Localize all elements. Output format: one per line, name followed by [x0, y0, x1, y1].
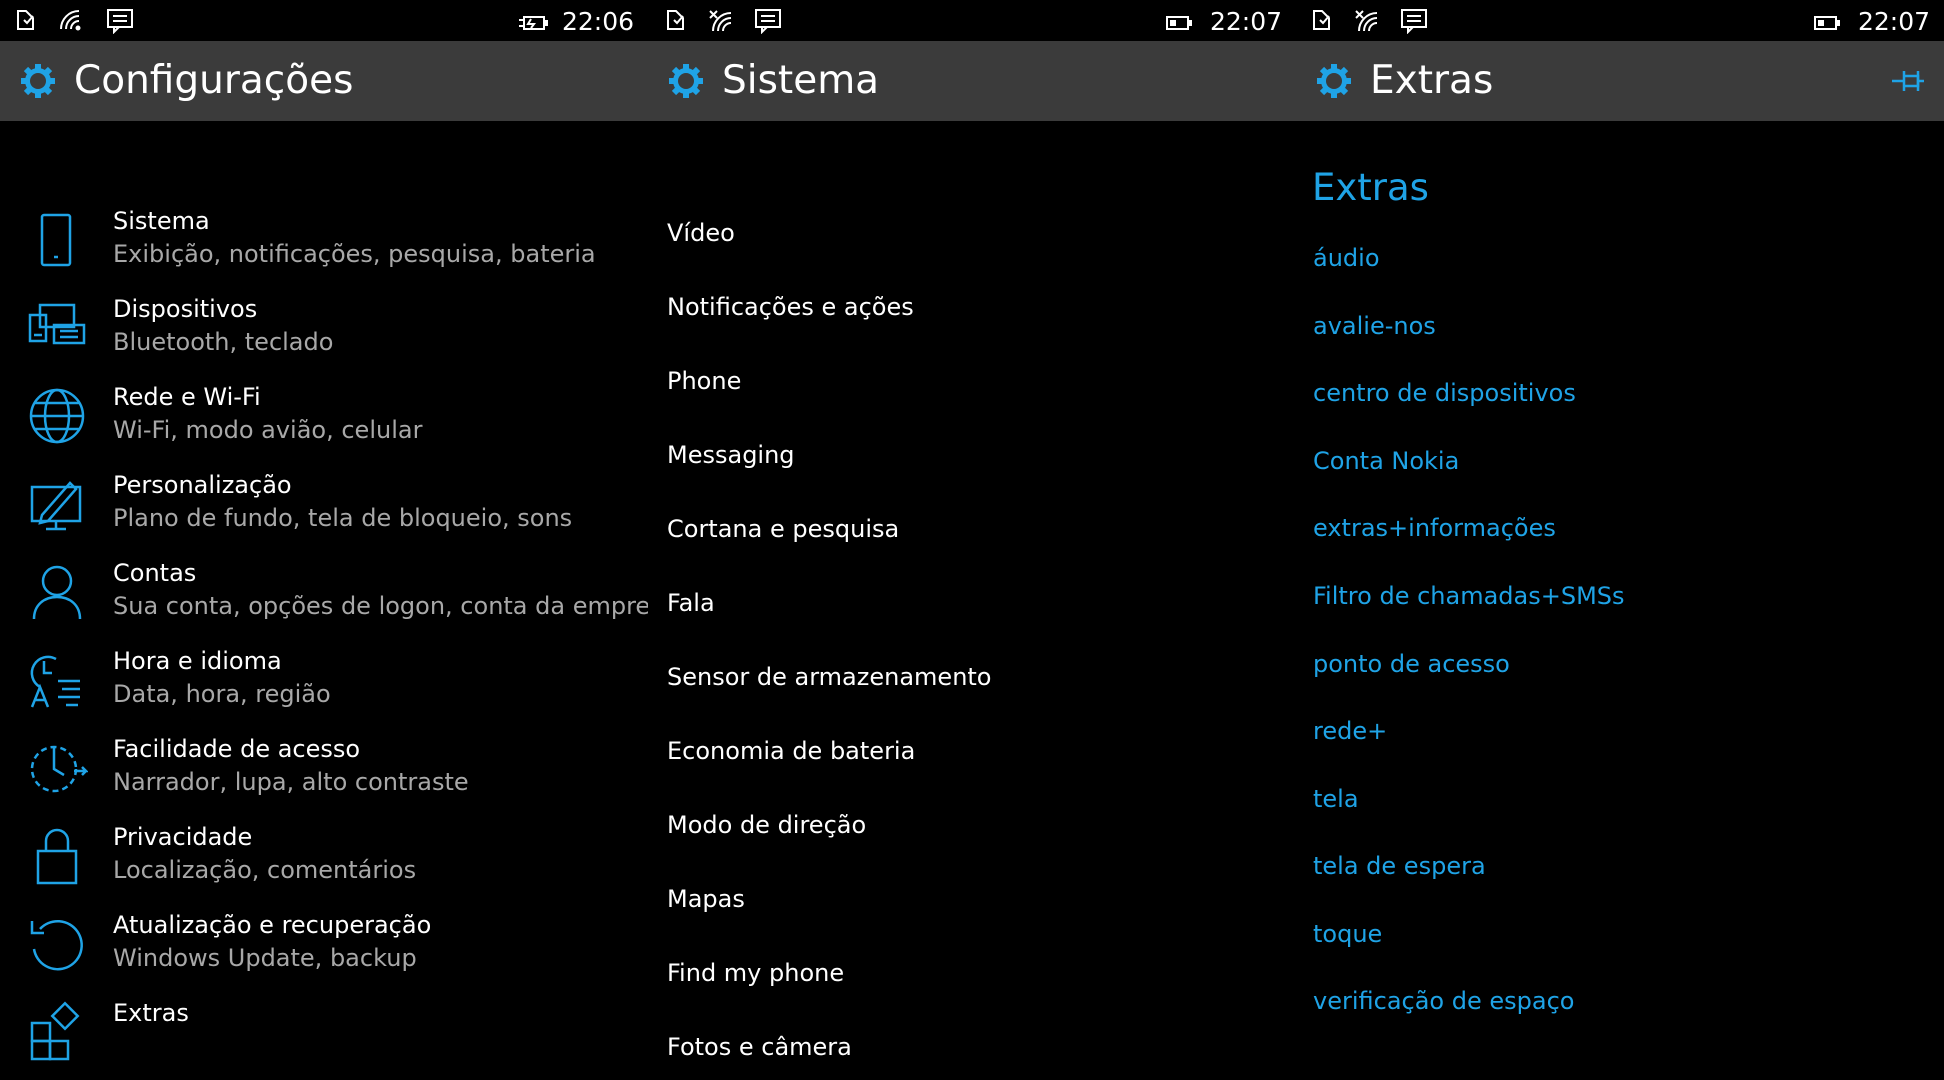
gear-icon — [1315, 62, 1353, 104]
extras-link-tela-espera[interactable]: tela de espera — [1313, 852, 1486, 880]
setting-item-contas[interactable]: Contas Sua conta, opções de logon, conta… — [0, 559, 648, 647]
setting-subtitle: Plano de fundo, tela de bloqueio, sons — [113, 504, 573, 532]
phone-icon — [26, 207, 88, 269]
setting-subtitle: Exibição, notificações, pesquisa, bateri… — [113, 240, 596, 268]
system-item-direcao[interactable]: Modo de direção — [667, 811, 866, 839]
devices-icon — [26, 295, 88, 357]
battery-icon — [1165, 14, 1193, 36]
message-notification-icon — [754, 8, 782, 38]
message-notification-icon — [106, 8, 134, 38]
setting-subtitle: Localização, comentários — [113, 856, 417, 884]
setting-title: Facilidade de acesso — [113, 735, 361, 763]
clock-time: 22:07 — [1857, 7, 1930, 36]
system-item-find-my-phone[interactable]: Find my phone — [667, 959, 844, 987]
system-item-bateria[interactable]: Economia de bateria — [667, 737, 915, 765]
clock-time: 22:07 — [1209, 7, 1282, 36]
refresh-icon — [26, 911, 88, 973]
setting-subtitle: Wi-Fi, modo avião, celular — [113, 416, 423, 444]
extras-heading: Extras — [1312, 166, 1429, 209]
setting-subtitle: Data, hora, região — [113, 680, 331, 708]
extras-link-extras-informacoes[interactable]: extras+informações — [1313, 514, 1556, 542]
setting-item-facilidade-acesso[interactable]: Facilidade de acesso Narrador, lupa, alt… — [0, 735, 648, 823]
extras-link-rede-plus[interactable]: rede+ — [1313, 717, 1387, 745]
extras-link-toque[interactable]: toque — [1313, 920, 1382, 948]
setting-item-atualizacao[interactable]: Atualização e recuperação Windows Update… — [0, 911, 648, 999]
setting-subtitle: Windows Update, backup — [113, 944, 417, 972]
gear-icon — [667, 62, 705, 104]
system-item-phone[interactable]: Phone — [667, 367, 741, 395]
clock-time: 22:06 — [561, 7, 634, 36]
wifi-signal-icon — [708, 8, 736, 38]
system-item-fala[interactable]: Fala — [667, 589, 715, 617]
extras-link-verificacao-espaco[interactable]: verificação de espaço — [1313, 987, 1574, 1015]
title-bar: Configurações — [0, 41, 648, 121]
setting-title: Hora e idioma — [113, 647, 282, 675]
setting-item-hora-idioma[interactable]: Hora e idioma Data, hora, região — [0, 647, 648, 735]
title-bar: Extras — [1296, 41, 1944, 121]
extras-link-tela[interactable]: tela — [1313, 785, 1359, 813]
system-item-messaging[interactable]: Messaging — [667, 441, 795, 469]
wifi-signal-icon — [58, 8, 84, 36]
setting-title: Privacidade — [113, 823, 253, 851]
setting-item-rede-wifi[interactable]: Rede e Wi-Fi Wi-Fi, modo avião, celular — [0, 383, 648, 471]
location-status-icon — [664, 8, 690, 36]
extras-icon — [26, 999, 88, 1061]
location-status-icon — [14, 8, 40, 36]
person-icon — [26, 559, 88, 621]
setting-subtitle: Sua conta, opções de logon, conta da emp… — [113, 592, 648, 620]
page-title: Configurações — [74, 58, 354, 103]
globe-icon — [26, 383, 88, 445]
system-item-cortana[interactable]: Cortana e pesquisa — [667, 515, 899, 543]
setting-title: Rede e Wi-Fi — [113, 383, 261, 411]
setting-item-privacidade[interactable]: Privacidade Localização, comentários — [0, 823, 648, 911]
setting-title: Atualização e recuperação — [113, 911, 432, 939]
page-title: Sistema — [722, 58, 880, 103]
title-bar: Sistema — [648, 41, 1296, 121]
setting-item-sistema[interactable]: Sistema Exibição, notificações, pesquisa… — [0, 207, 648, 295]
system-item-video[interactable]: Vídeo — [667, 219, 735, 247]
time-language-icon — [26, 647, 88, 709]
setting-title: Sistema — [113, 207, 210, 235]
battery-icon — [1813, 14, 1841, 36]
extras-link-centro-dispositivos[interactable]: centro de dispositivos — [1313, 379, 1576, 407]
message-notification-icon — [1400, 8, 1428, 38]
setting-subtitle: Bluetooth, teclado — [113, 328, 334, 356]
system-item-mapas[interactable]: Mapas — [667, 885, 745, 913]
system-panel: 22:07 Sistema Vídeo Notificações e ações… — [648, 0, 1296, 1080]
page-title: Extras — [1370, 58, 1494, 103]
pin-icon[interactable] — [1890, 67, 1926, 99]
system-item-fotos-camera[interactable]: Fotos e câmera — [667, 1033, 852, 1061]
battery-charging-icon — [518, 14, 548, 36]
extras-link-filtro-chamadas[interactable]: Filtro de chamadas+SMSs — [1313, 582, 1625, 610]
location-status-icon — [1310, 8, 1336, 36]
paint-icon — [26, 471, 88, 533]
extras-panel: 22:07 Extras Extras áudio avalie-nos cen… — [1296, 0, 1944, 1080]
setting-title: Dispositivos — [113, 295, 258, 323]
setting-subtitle: Narrador, lupa, alto contraste — [113, 768, 469, 796]
extras-link-conta-nokia[interactable]: Conta Nokia — [1313, 447, 1459, 475]
setting-title: Extras — [113, 999, 189, 1027]
system-item-notificacoes[interactable]: Notificações e ações — [667, 293, 914, 321]
setting-title: Personalização — [113, 471, 292, 499]
system-item-armazenamento[interactable]: Sensor de armazenamento — [667, 663, 992, 691]
lock-icon — [26, 823, 88, 885]
ease-of-access-icon — [26, 735, 90, 797]
gear-icon — [19, 62, 57, 104]
setting-item-personalizacao[interactable]: Personalização Plano de fundo, tela de b… — [0, 471, 648, 559]
status-bar: 22:06 — [0, 0, 648, 41]
status-bar: 22:07 — [648, 0, 1296, 41]
extras-link-avalie-nos[interactable]: avalie-nos — [1313, 312, 1436, 340]
settings-panel: 22:06 Configurações Sistema Exibição, no… — [0, 0, 648, 1080]
extras-link-audio[interactable]: áudio — [1313, 244, 1380, 272]
status-bar: 22:07 — [1296, 0, 1944, 41]
wifi-signal-icon — [1354, 8, 1382, 38]
setting-item-extras[interactable]: Extras — [0, 999, 648, 1080]
extras-link-ponto-acesso[interactable]: ponto de acesso — [1313, 650, 1510, 678]
setting-title: Contas — [113, 559, 197, 587]
setting-item-dispositivos[interactable]: Dispositivos Bluetooth, teclado — [0, 295, 648, 383]
